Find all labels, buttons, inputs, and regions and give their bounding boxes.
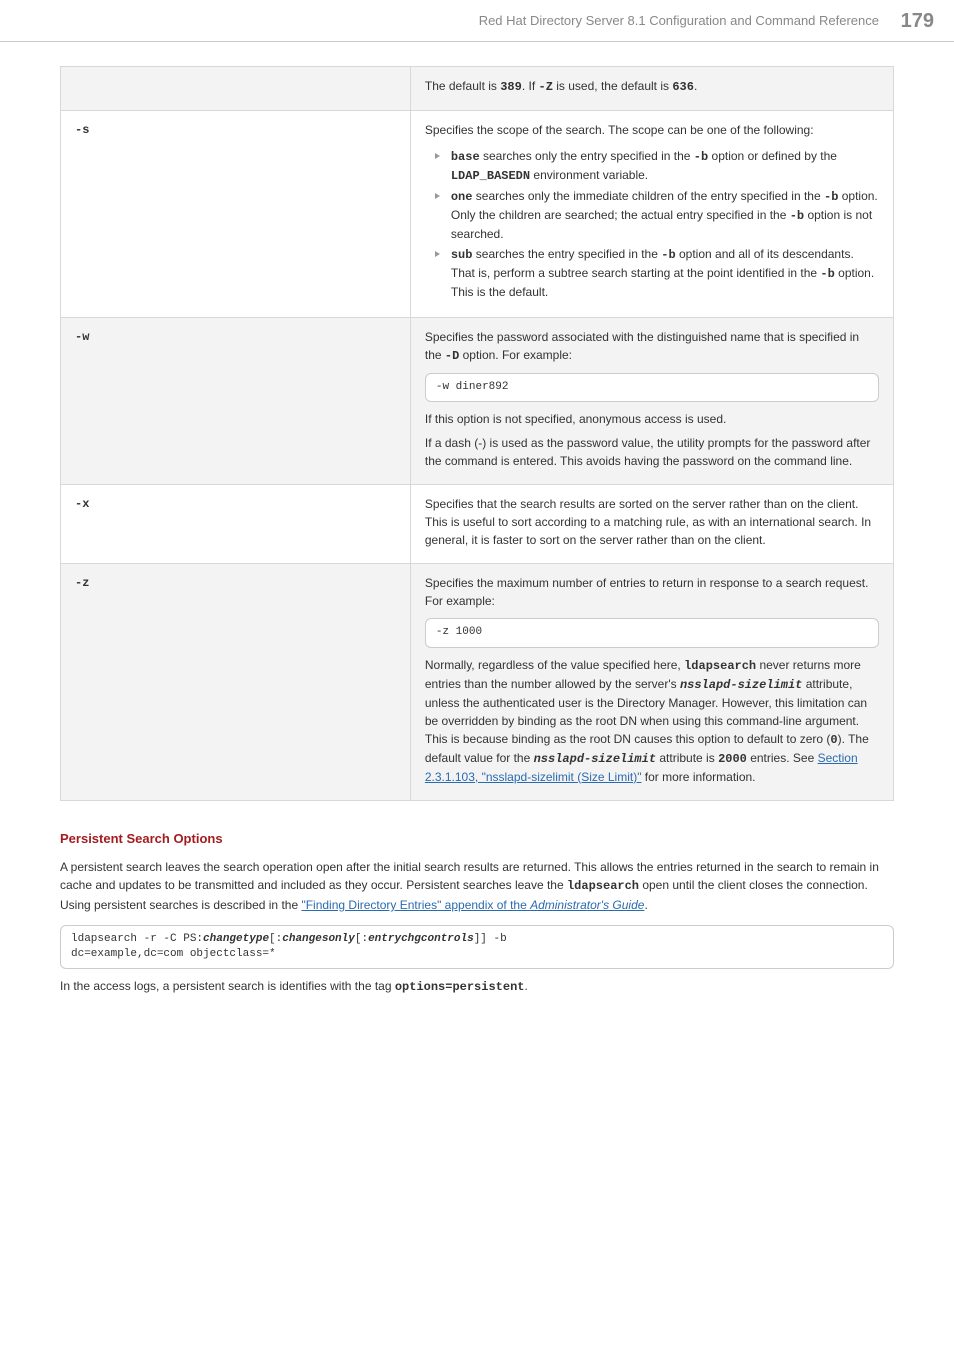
table-row: -x Specifies that the search results are … xyxy=(61,485,894,564)
table-row: -z Specifies the maximum number of entrie… xyxy=(61,564,894,800)
content-area: The default is 389. If -Z is used, the d… xyxy=(0,42,954,1047)
page-number: 179 xyxy=(901,10,934,32)
description-cell: The default is 389. If -Z is used, the d… xyxy=(410,67,893,111)
desc-para: Specifies the password associated with t… xyxy=(425,328,879,365)
section-code: ldapsearch -r -C PS:changetype[:changeso… xyxy=(60,925,894,970)
page-header: Red Hat Directory Server 8.1 Configurati… xyxy=(0,0,954,42)
desc-para: If this option is not specified, anonymo… xyxy=(425,410,879,428)
list-item: sub searches the entry specified in the … xyxy=(439,245,879,301)
desc-para: If a dash (-) is used as the password va… xyxy=(425,434,879,470)
link[interactable]: "Finding Directory Entries" appendix of … xyxy=(301,898,530,912)
description-cell: Specifies the scope of the search. The s… xyxy=(410,111,893,318)
options-table: The default is 389. If -Z is used, the d… xyxy=(60,66,894,801)
code-example: -z 1000 xyxy=(425,618,879,647)
code-example: -w diner892 xyxy=(425,373,879,402)
description-cell: Specifies that the search results are so… xyxy=(410,485,893,564)
list-item: base searches only the entry specified i… xyxy=(439,147,879,185)
desc-para: Specifies that the search results are so… xyxy=(425,495,879,549)
desc-para: Normally, regardless of the value specif… xyxy=(425,656,879,786)
option-cell: -x xyxy=(61,485,411,564)
section-p1: A persistent search leaves the search op… xyxy=(60,858,894,915)
link[interactable]: Administrator's Guide xyxy=(530,898,644,912)
desc-para: Specifies the scope of the search. The s… xyxy=(425,121,879,139)
description-cell: Specifies the maximum number of entries … xyxy=(410,564,893,800)
desc-para: The default is 389. If -Z is used, the d… xyxy=(425,77,879,96)
description-cell: Specifies the password associated with t… xyxy=(410,318,893,485)
desc-para: Specifies the maximum number of entries … xyxy=(425,574,879,610)
bullet-list: base searches only the entry specified i… xyxy=(425,147,879,301)
option-cell: -z xyxy=(61,564,411,800)
table-row: The default is 389. If -Z is used, the d… xyxy=(61,67,894,111)
section-heading: Persistent Search Options xyxy=(60,831,894,846)
option-cell: -w xyxy=(61,318,411,485)
table-row: -w Specifies the password associated with… xyxy=(61,318,894,485)
option-cell xyxy=(61,67,411,111)
list-item: one searches only the immediate children… xyxy=(439,187,879,243)
option-cell: -s xyxy=(61,111,411,318)
section-p2: In the access logs, a persistent search … xyxy=(60,977,894,997)
table-row: -s Specifies the scope of the search. The… xyxy=(61,111,894,318)
doc-title: Red Hat Directory Server 8.1 Configurati… xyxy=(479,13,879,28)
